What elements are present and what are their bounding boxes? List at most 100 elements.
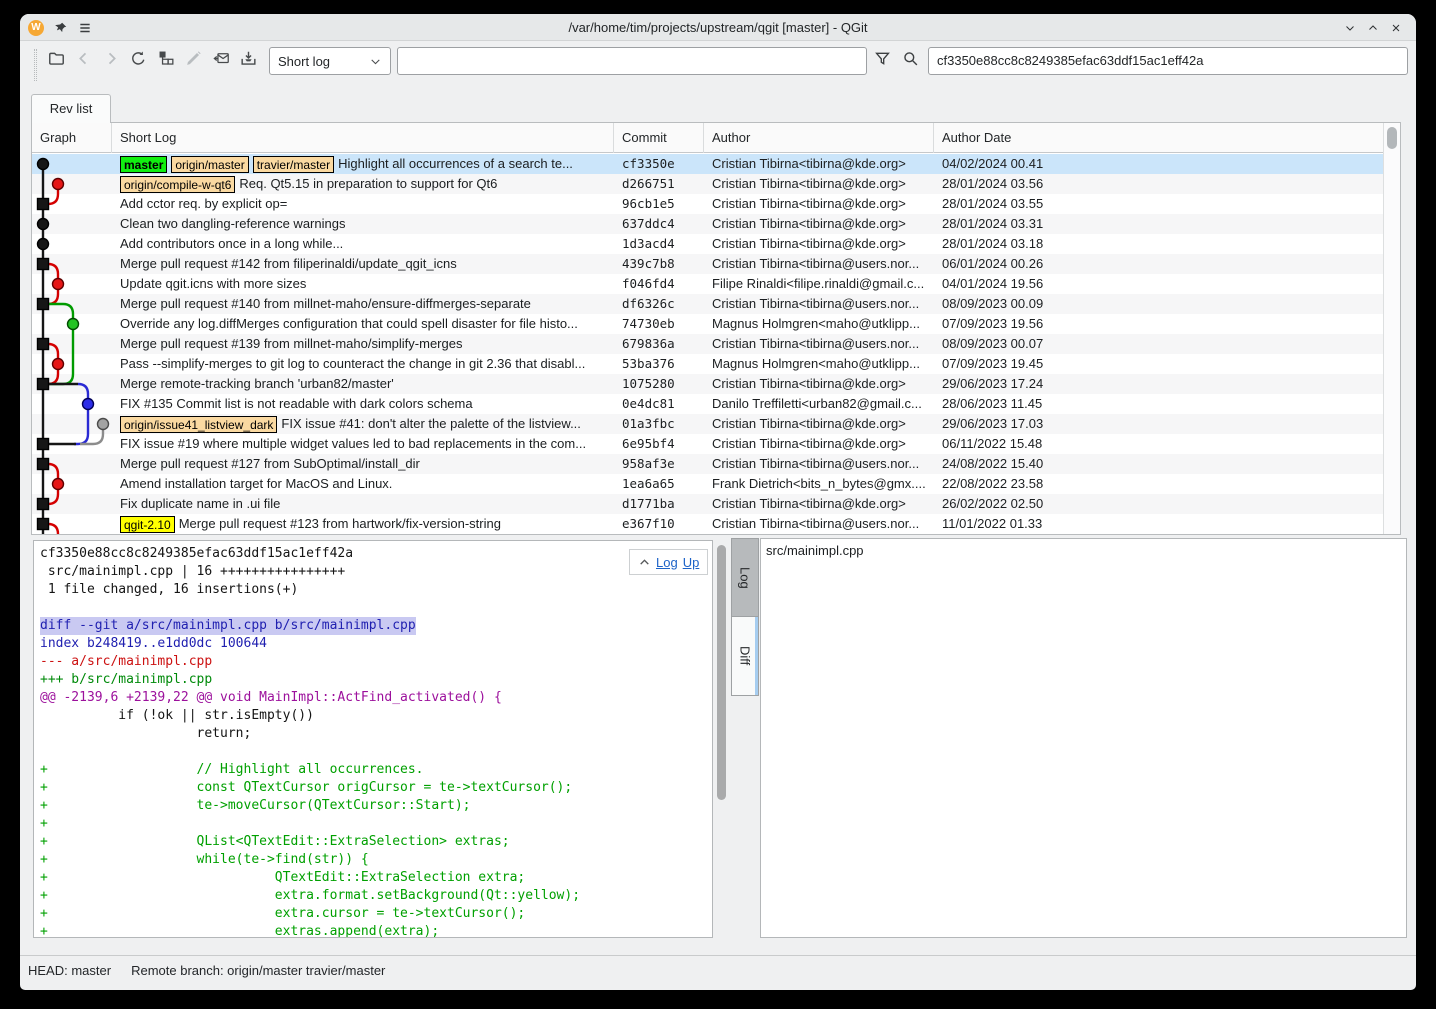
chevron-up-icon[interactable] <box>638 556 651 569</box>
file-list-item[interactable]: src/mainimpl.cpp <box>766 542 1406 559</box>
tag-label: qgit-2.10 <box>120 516 175 533</box>
search-button[interactable] <box>898 49 923 73</box>
short-log-cell: Merge pull request #127 from SubOptimal/… <box>112 454 614 474</box>
side-tab-diff[interactable]: Diff <box>731 616 759 696</box>
author-date-cell: 29/06/2023 17.24 <box>934 374 1384 394</box>
commit-sha-cell: 01a3fbc <box>614 414 704 434</box>
author-date-cell: 26/02/2022 02.50 <box>934 494 1384 514</box>
save-patch-button[interactable] <box>237 49 261 73</box>
table-row[interactable]: Merge remote-tracking branch 'urban82/ma… <box>32 374 1383 394</box>
commit-node <box>38 519 49 530</box>
diff-scrollbar[interactable] <box>715 540 729 938</box>
back-button <box>72 49 96 73</box>
diff-scroll-thumb[interactable] <box>717 545 726 800</box>
table-row[interactable]: FIX #135 Commit list is not readable wit… <box>32 394 1383 414</box>
author-cell: Danilo Treffiletti<urban82@gmail.c... <box>704 394 934 414</box>
view-mode-select[interactable]: Short log <box>269 47 391 75</box>
diff-line: cf3350e88cc8c8249385efac63ddf15ac1eff42a <box>40 545 710 563</box>
log-link[interactable]: Log <box>656 555 678 570</box>
rev-list-scrollbar[interactable] <box>1383 123 1400 534</box>
commit-subject: Add cctor req. by explicit op= <box>120 194 287 214</box>
table-row[interactable]: qgit-2.10Merge pull request #123 from ha… <box>32 514 1383 534</box>
diff-line: + // Highlight all occurrences. <box>40 761 710 779</box>
table-row[interactable]: origin/issue41_listview_darkFIX issue #4… <box>32 414 1383 434</box>
column-header-author[interactable]: Author <box>704 123 934 153</box>
table-row[interactable]: Update qgit.icns with more sizesf046fd4F… <box>32 274 1383 294</box>
table-row[interactable]: Merge pull request #142 from filiperinal… <box>32 254 1383 274</box>
author-date-cell: 22/08/2022 23.58 <box>934 474 1384 494</box>
close-button[interactable] <box>1388 20 1404 36</box>
short-log-cell: Update qgit.icns with more sizes <box>112 274 614 294</box>
author-cell: Cristian Tibirna<tibirna@kde.org> <box>704 194 934 214</box>
file-list-panel[interactable]: src/mainimpl.cpp <box>760 538 1407 938</box>
rev-list-scroll-thumb[interactable] <box>1387 127 1397 149</box>
toolbar-drag-handle[interactable] <box>34 49 37 81</box>
short-log-cell: Merge pull request #139 from millnet-mah… <box>112 334 614 354</box>
diff-view[interactable]: cf3350e88cc8c8249385efac63ddf15ac1eff42a… <box>33 540 713 938</box>
commit-node <box>53 279 64 290</box>
open-repository-button[interactable] <box>44 49 68 73</box>
tree-icon <box>157 49 176 73</box>
status-head: HEAD: master <box>28 963 111 978</box>
commit-subject: Pass --simplify-merges to git log to cou… <box>120 354 585 374</box>
table-row[interactable]: Pass --simplify-merges to git log to cou… <box>32 354 1383 374</box>
table-row[interactable]: Add cctor req. by explicit op=96cb1e5Cri… <box>32 194 1383 214</box>
diff-line: + const QTextCursor origCursor = te->tex… <box>40 779 710 797</box>
short-log-cell: Pass --simplify-merges to git log to cou… <box>112 354 614 374</box>
table-row[interactable]: Merge pull request #140 from millnet-mah… <box>32 294 1383 314</box>
commit-node <box>38 439 49 450</box>
diff-line: + QList<QTextEdit::ExtraSelection> extra… <box>40 833 710 851</box>
sha-input[interactable]: cf3350e88cc8c8249385efac63ddf15ac1eff42a <box>928 47 1408 75</box>
commit-sha-cell: e367f10 <box>614 514 704 534</box>
up-link[interactable]: Up <box>683 555 700 570</box>
column-header-commit[interactable]: Commit <box>614 123 704 153</box>
commit-subject: Override any log.diffMerges configuratio… <box>120 314 578 334</box>
chevron-right-icon <box>102 49 121 73</box>
author-date-cell: 11/01/2022 01.33 <box>934 514 1384 534</box>
table-row[interactable]: Fix duplicate name in .ui filed1771baCri… <box>32 494 1383 514</box>
save-icon <box>239 49 258 73</box>
commit-sha-cell: cf3350e <box>614 154 704 174</box>
table-row[interactable]: Add contributors once in a long while...… <box>32 234 1383 254</box>
commit-subject: Fix duplicate name in .ui file <box>120 494 280 514</box>
refresh-button[interactable] <box>127 49 151 73</box>
view-tree-button[interactable] <box>154 49 178 73</box>
author-cell: Cristian Tibirna<tibirna@users.nor... <box>704 254 934 274</box>
commit-sha-cell: 637ddc4 <box>614 214 704 234</box>
diff-line: src/mainimpl.cpp | 16 ++++++++++++++++ <box>40 563 710 581</box>
table-row[interactable]: Merge pull request #127 from SubOptimal/… <box>32 454 1383 474</box>
refresh-icon <box>129 49 148 73</box>
commit-subject: Amend installation target for MacOS and … <box>120 474 392 494</box>
author-date-cell: 07/09/2023 19.45 <box>934 354 1384 374</box>
author-cell: Cristian Tibirna<tibirna@users.nor... <box>704 334 934 354</box>
table-row[interactable]: Clean two dangling-reference warnings637… <box>32 214 1383 234</box>
commit-node <box>38 379 49 390</box>
commit-node <box>68 319 79 330</box>
commit-node <box>38 299 49 310</box>
column-header-author-date[interactable]: Author Date <box>934 123 1384 153</box>
maximize-button[interactable] <box>1365 20 1381 36</box>
column-header-graph[interactable]: Graph <box>32 123 112 153</box>
short-log-cell: Merge pull request #140 from millnet-mah… <box>112 294 614 314</box>
filter-button[interactable] <box>870 49 895 73</box>
table-row[interactable]: Amend installation target for MacOS and … <box>32 474 1383 494</box>
table-row[interactable]: Merge pull request #139 from millnet-mah… <box>32 334 1383 354</box>
column-header-short-log[interactable]: Short Log <box>112 123 614 153</box>
commit-sha-cell: 1ea6a65 <box>614 474 704 494</box>
commit-sha-cell: 53ba376 <box>614 354 704 374</box>
short-log-cell: Override any log.diffMerges configuratio… <box>112 314 614 334</box>
chevron-left-icon <box>74 49 93 73</box>
table-row[interactable]: origin/compile-w-qt6Req. Qt5.15 in prepa… <box>32 174 1383 194</box>
tab-rev-list[interactable]: Rev list <box>31 94 111 123</box>
title-bar[interactable]: W /var/home/tim/projects/upstream/qgit [… <box>20 14 1416 41</box>
author-date-cell: 28/01/2024 03.31 <box>934 214 1384 234</box>
side-tab-log[interactable]: Log <box>731 538 759 617</box>
commit-subject: Req. Qt5.15 in preparation to support fo… <box>239 174 497 194</box>
table-row[interactable]: masterorigin/mastertravier/masterHighlig… <box>32 154 1383 174</box>
apply-patch-button[interactable] <box>209 49 233 73</box>
commit-node <box>53 359 64 370</box>
minimize-button[interactable] <box>1342 20 1358 36</box>
table-row[interactable]: FIX issue #19 where multiple widget valu… <box>32 434 1383 454</box>
table-row[interactable]: Override any log.diffMerges configuratio… <box>32 314 1383 334</box>
filter-input[interactable] <box>397 47 867 75</box>
